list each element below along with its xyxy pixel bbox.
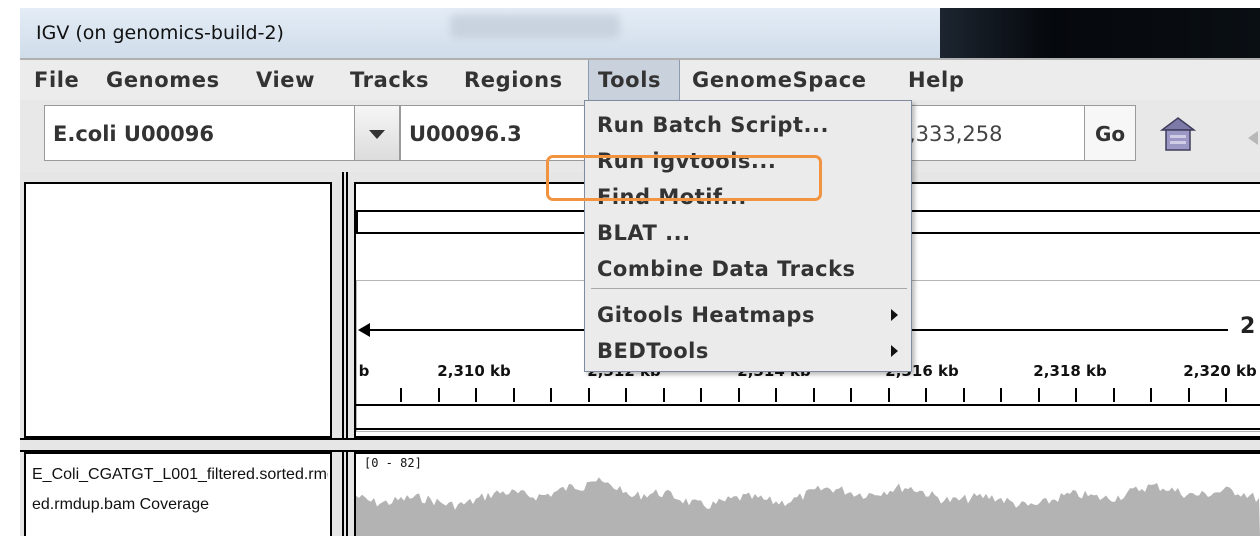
ruler-tick [1188, 388, 1190, 402]
menu-separator [591, 288, 907, 289]
ruler-tick [1038, 388, 1040, 402]
window-title-bar: IGV (on genomics-build-2) [20, 8, 1260, 58]
ruler-tick-label: 2,318 kb [1033, 362, 1107, 380]
ruler-left-arrow-icon [358, 323, 370, 337]
menu-help[interactable]: Help [908, 68, 964, 92]
ruler-tick [1150, 388, 1152, 402]
ruler-tick [550, 388, 552, 402]
submenu-arrow-icon [891, 345, 898, 357]
track-name-continued[interactable]: ed.rmdup.bam Coverage [32, 496, 209, 514]
ruler-base-bar [356, 404, 1260, 430]
ruler-tick [475, 388, 477, 402]
ruler-tick-label: 2,310 kb [437, 362, 511, 380]
back-arrow-icon[interactable] [1246, 130, 1260, 146]
coverage-track[interactable] [356, 454, 1260, 536]
tools-dropdown-menu: Run Batch Script... Run igvtools... Find… [584, 100, 912, 372]
track-name-panel [24, 452, 332, 536]
blurred-background-window [450, 14, 620, 38]
locus-input[interactable]: ,333,258 [900, 105, 1086, 161]
submenu-arrow-icon [891, 309, 898, 321]
ruler-tick [438, 388, 440, 402]
data-range-label: [0 - 82] [364, 456, 422, 470]
ruler-tick [925, 388, 927, 402]
genome-select[interactable]: E.coli U00096 [44, 105, 358, 161]
ruler-tick [1225, 388, 1227, 402]
chromosome-select[interactable]: U00096.3 [400, 105, 604, 161]
ruler-tick-label-fragment: b [358, 362, 370, 380]
menu-item-bedtools[interactable]: BEDTools [597, 339, 709, 363]
menu-view[interactable]: View [256, 68, 315, 92]
ruler-tick [1000, 388, 1002, 402]
panel-divider-left[interactable] [342, 172, 344, 536]
panel-divider-right[interactable] [346, 172, 348, 536]
menu-item-combine-data-tracks[interactable]: Combine Data Tracks [597, 257, 856, 281]
menu-regions[interactable]: Regions [464, 68, 563, 92]
ruler-tick [625, 388, 627, 402]
ruler-tick [400, 388, 402, 402]
ruler-tick-label: 2,320 kb [1183, 362, 1257, 380]
menu-file[interactable]: File [34, 68, 79, 92]
annotation-highlight-box [546, 155, 822, 201]
menu-item-run-batch-script[interactable]: Run Batch Script... [597, 113, 829, 137]
dropdown-arrow-icon [369, 130, 385, 139]
menu-item-blat[interactable]: BLAT ... [597, 221, 691, 245]
home-icon[interactable] [1160, 116, 1196, 152]
ruler-tick [813, 388, 815, 402]
ruler-tick [850, 388, 852, 402]
ruler-tick [1075, 388, 1077, 402]
go-button[interactable]: Go [1084, 105, 1136, 161]
menu-tracks[interactable]: Tracks [350, 68, 429, 92]
ruler-tick [1113, 388, 1115, 402]
ruler-tick [663, 388, 665, 402]
track-name[interactable]: E_Coli_CGATGT_L001_filtered.sorted.rmdup… [32, 466, 328, 484]
menu-bar: File Genomes View Tracks Regions Tools G… [20, 58, 1260, 100]
ruler-tick [700, 388, 702, 402]
menu-item-gitools-heatmaps[interactable]: Gitools Heatmaps [597, 303, 815, 327]
ruler-tick [963, 388, 965, 402]
ruler-tick [775, 388, 777, 402]
panel-separator[interactable] [20, 438, 1260, 452]
window-title: IGV (on genomics-build-2) [36, 22, 284, 44]
ruler-span-label: 2 [1240, 314, 1256, 339]
coverage-area [356, 477, 1260, 536]
ruler-tick [738, 388, 740, 402]
dark-background-region [940, 8, 1260, 58]
menu-tools[interactable]: Tools [598, 68, 661, 92]
ruler-tick [513, 388, 515, 402]
header-name-panel [24, 182, 332, 438]
genome-dropdown-button[interactable] [354, 105, 400, 161]
menu-genomes[interactable]: Genomes [106, 68, 220, 92]
ruler-tick [888, 388, 890, 402]
menu-genomespace[interactable]: GenomeSpace [692, 68, 867, 92]
ruler-tick [588, 388, 590, 402]
